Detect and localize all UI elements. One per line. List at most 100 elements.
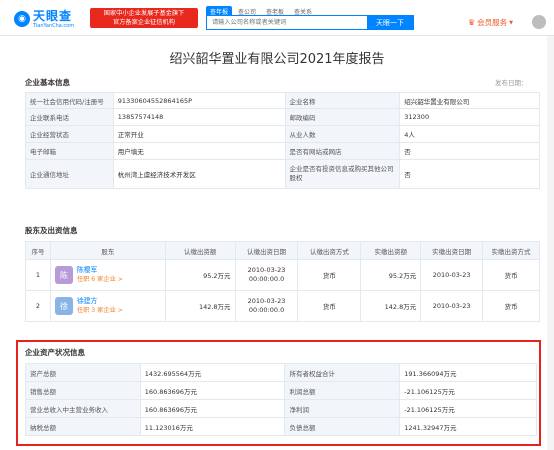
basic-info-title: 企业基本信息 (25, 78, 70, 87)
avatar: 陈 (54, 266, 73, 284)
cell-value: 160.863696万元 (139, 381, 286, 400)
cell-label: 所有者权益合计 (284, 363, 401, 382)
table-row: 营业总收入中主营业务收入 160.863696万元 净利润 -21.106125… (25, 399, 537, 418)
cell-label: 从业人数 (284, 125, 401, 143)
table-row: 统一社会信用代码/注册号 91330604552864165P 企业名称 绍兴韶… (25, 92, 540, 109)
cell-shareholder: 陈 陈樱军 任职 6 家企业 > (49, 259, 166, 291)
cell-label: 企业名称 (284, 92, 401, 109)
gov-badge: 国家中小企业发展子基金旗下 官方备案企业征信机构 (90, 8, 198, 28)
cell-label: 净利润 (284, 399, 401, 418)
basic-info-table: 统一社会信用代码/注册号 91330604552864165P 企业名称 绍兴韶… (25, 92, 540, 189)
shareholder-name-link[interactable]: 陈樱军 (77, 266, 123, 275)
cell-value: 91330604552864165P (112, 92, 286, 109)
column-header: 认缴出资方式 (297, 241, 362, 260)
sub-time: 00:00:00.0 (248, 275, 285, 283)
logo-text: 天眼查 (33, 8, 73, 23)
logo[interactable]: ◉ 天眼查 TianYanCha.com (14, 8, 74, 30)
cell-label: 利润总额 (284, 381, 401, 400)
cell-value: 1432.695564万元 (139, 363, 286, 382)
cell-label: 销售总额 (25, 381, 141, 400)
cell-value: -21.106125万元 (399, 399, 537, 418)
table-row: 企业经营状态 正常开业 从业人数 4人 (25, 125, 540, 143)
search-input[interactable] (207, 16, 367, 29)
cell-value: 2010-03-23 (420, 290, 484, 322)
cell-index: 2 (25, 290, 51, 322)
cell-value: 货币 (297, 259, 362, 291)
cell-value: 1241.32947万元 (399, 417, 537, 436)
cell-label: 负债总额 (284, 417, 401, 436)
cell-shareholder: 徐 徐建方 任职 3 家企业 > (49, 290, 166, 322)
table-row: 2 徐 徐建方 任职 3 家企业 > 142.8万元 2010-03-23 00… (25, 290, 540, 322)
shareholders-title: 股东及出资信息 (25, 226, 78, 235)
cell-value: 2010-03-23 (420, 259, 484, 291)
eye-logo-icon: ◉ (14, 11, 30, 27)
cell-label: 邮政编码 (284, 108, 401, 126)
sub-date: 2010-03-23 (247, 266, 286, 274)
cell-value: 用户填无 (112, 142, 286, 160)
cell-value: 4人 (399, 125, 540, 143)
assets-title: 企业资产状况信息 (25, 348, 85, 357)
gov-badge-line2: 官方备案企业征信机构 (113, 19, 175, 26)
cell-value: 13857574148 (112, 108, 286, 126)
cell-label: 是否有网站或网店 (284, 142, 401, 160)
cell-value: 312300 (399, 108, 540, 126)
cell-label: 营业总收入中主营业务收入 (25, 399, 141, 418)
table-row: 纳税总额 11.123016万元 负债总额 1241.32947万元 (25, 417, 537, 436)
cell-value: 2010-03-23 00:00:00.0 (234, 259, 299, 291)
chevron-down-icon: ▼ (509, 19, 514, 26)
sub-date: 2010-03-23 (247, 297, 286, 305)
cell-label: 电子邮箱 (25, 142, 114, 160)
shareholder-role-link[interactable]: 任职 3 家企业 > (77, 306, 123, 315)
cell-value: 货币 (297, 290, 362, 322)
sub-time: 00:00:00.0 (248, 306, 285, 314)
top-navigation-bar: ◉ 天眼查 TianYanCha.com 国家中小企业发展子基金旗下 官方备案企… (0, 0, 554, 36)
crown-icon: ♛ (468, 18, 476, 27)
table-row: 企业联系电话 13857574148 邮政编码 312300 (25, 108, 540, 126)
cell-value: 160.863696万元 (139, 399, 286, 418)
column-header: 序号 (25, 241, 51, 260)
publish-date: 发布日期： (495, 79, 528, 87)
shareholder-role-link[interactable]: 任职 6 家企业 > (77, 275, 123, 284)
user-avatar[interactable] (532, 15, 546, 29)
table-row: 企业通信地址 杭州湾上虞经济技术开发区 企业是否有投资信息或购买其他公司股权 否 (25, 159, 540, 189)
report-title: 绍兴韶华置业有限公司2021年度报告 (169, 52, 385, 67)
cell-value: 正常开业 (112, 125, 286, 143)
vip-label: 会员服务 (477, 18, 508, 27)
column-header: 股东 (49, 241, 166, 260)
cell-value: 否 (399, 142, 540, 160)
cell-value: 2010-03-23 00:00:00.0 (234, 290, 299, 322)
cell-value: 95.2万元 (164, 259, 236, 291)
cell-label: 资产总额 (25, 363, 141, 382)
cell-value: 否 (399, 159, 540, 189)
cell-label: 企业通信地址 (25, 159, 114, 189)
cell-label: 纳税总额 (25, 417, 141, 436)
column-header: 实缴出资方式 (482, 241, 540, 260)
table-row: 1 陈 陈樱军 任职 6 家企业 > 95.2万元 2010-03-23 00:… (25, 259, 540, 291)
cell-label: 企业联系电话 (25, 108, 114, 126)
cell-value: 142.8万元 (360, 290, 422, 322)
table-header-row: 序号 股东 认缴出资额 认缴出资日期 认缴出资方式 实缴出资额 实缴出资日期 实… (25, 241, 540, 260)
cell-value: 191.366094万元 (399, 363, 537, 382)
column-header: 实缴出资日期 (420, 241, 484, 260)
table-row: 资产总额 1432.695564万元 所有者权益合计 191.366094万元 (25, 363, 537, 382)
cell-label: 统一社会信用代码/注册号 (25, 92, 114, 109)
search-button[interactable]: 天眼一下 (367, 16, 413, 29)
cell-value: 95.2万元 (360, 259, 422, 291)
shareholder-name-link[interactable]: 徐建方 (77, 297, 123, 306)
cell-label: 企业经营状态 (25, 125, 114, 143)
cell-value: 货币 (482, 290, 540, 322)
shareholders-table: 序号 股东 认缴出资额 认缴出资日期 认缴出资方式 实缴出资额 实缴出资日期 实… (25, 241, 540, 322)
vip-service-menu[interactable]: ♛ 会员服务 ▼ (468, 17, 513, 28)
gov-badge-line1: 国家中小企业发展子基金旗下 (103, 10, 185, 17)
assets-table: 资产总额 1432.695564万元 所有者权益合计 191.366094万元 … (25, 363, 537, 436)
scrollbar[interactable] (547, 36, 554, 450)
cell-value: 绍兴韶华置业有限公司 (399, 92, 540, 109)
cell-value: 11.123016万元 (139, 417, 286, 436)
table-row: 电子邮箱 用户填无 是否有网站或网店 否 (25, 142, 540, 160)
cell-index: 1 (25, 259, 51, 291)
cell-value: 杭州湾上虞经济技术开发区 (112, 159, 286, 189)
cell-label: 企业是否有投资信息或购买其他公司股权 (284, 159, 401, 189)
search-box: 天眼一下 (206, 15, 414, 30)
avatar: 徐 (54, 297, 73, 315)
table-row: 销售总额 160.863696万元 利润总额 -21.106125万元 (25, 381, 537, 400)
